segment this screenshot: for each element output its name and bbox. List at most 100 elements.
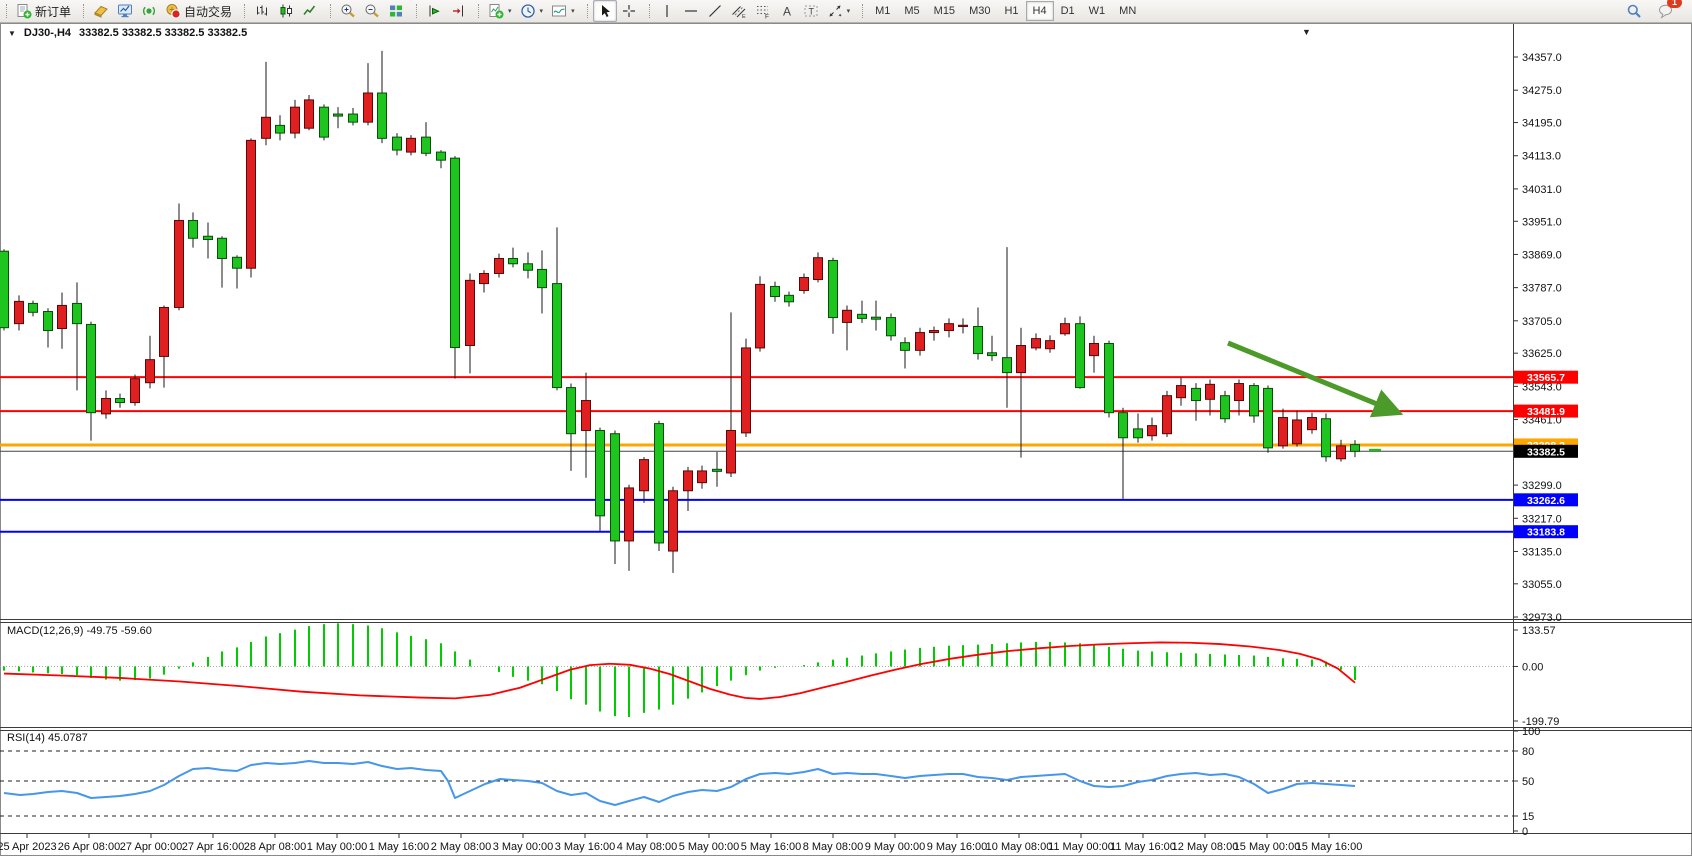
rsi-tick-label: 80: [1522, 746, 1534, 758]
tile-windows-button[interactable]: [384, 0, 408, 22]
candle-body: [727, 430, 736, 472]
candle-body: [945, 324, 954, 331]
arrows-button-caret-icon[interactable]: ▾: [847, 7, 851, 15]
candle-body: [73, 303, 82, 323]
price-tick-label: 34275.0: [1522, 85, 1562, 97]
new-order-button[interactable]: 新订单: [12, 0, 75, 22]
vertical-line-button[interactable]: [655, 0, 679, 22]
autotrading-button[interactable]: 自动交易: [161, 0, 236, 22]
time-label: 9 May 00:00: [865, 841, 926, 853]
crosshair-button[interactable]: [617, 0, 641, 22]
zoom-out-button[interactable]: [360, 0, 384, 22]
timeframe-d1-button[interactable]: D1: [1054, 1, 1082, 21]
candlestick-chart-button[interactable]: [274, 0, 298, 22]
equidistant-channel-button[interactable]: E: [727, 0, 751, 22]
candle-body: [1264, 388, 1273, 447]
chart-shift-button[interactable]: [446, 0, 470, 22]
text-button[interactable]: A: [775, 0, 799, 22]
candle-body: [1322, 419, 1331, 457]
timeframe-m5-button[interactable]: M5: [897, 1, 926, 21]
candle-body: [596, 430, 605, 515]
candle-body: [131, 379, 140, 403]
candle-body: [291, 107, 300, 133]
periods-button[interactable]: ▾: [516, 0, 548, 22]
candle-body: [1076, 324, 1085, 388]
fibonacci-button[interactable]: F: [751, 0, 775, 22]
timeframe-m15-button[interactable]: M15: [927, 1, 962, 21]
time-label: 1 May 00:00: [307, 841, 368, 853]
arrows-button[interactable]: ✦▾: [823, 0, 855, 22]
time-label: 9 May 16:00: [927, 841, 988, 853]
price-tick-label: 33299.0: [1522, 480, 1562, 492]
bar-chart-button[interactable]: [250, 0, 274, 22]
candle-body: [640, 460, 649, 491]
candle-body: [393, 137, 402, 150]
linechart-icon: [302, 3, 318, 19]
notifications-button[interactable]: 1: [1654, 0, 1678, 22]
candle-body: [320, 107, 329, 137]
indicators-button-caret-icon[interactable]: ▾: [508, 7, 512, 15]
templates-button-caret-icon[interactable]: ▾: [571, 7, 575, 15]
svg-text:A: A: [783, 5, 791, 19]
price-tick-label: 33217.0: [1522, 513, 1562, 525]
time-label: 12 May 08:00: [1172, 841, 1239, 853]
candle-body: [567, 388, 576, 434]
line-chart-button[interactable]: [298, 0, 322, 22]
zoom-in-button[interactable]: [336, 0, 360, 22]
fibo-icon: F: [755, 3, 771, 19]
price-level-badge-label: 33382.5: [1527, 446, 1565, 458]
rsi-tick-label: 50: [1522, 776, 1534, 788]
candle-body: [974, 326, 983, 353]
indicators-icon: [488, 3, 504, 19]
candle-body: [858, 314, 867, 318]
template-icon: [551, 3, 567, 19]
time-label: 15 May 16:00: [1296, 841, 1363, 853]
timeframe-m30-button[interactable]: M30: [962, 1, 997, 21]
text-label-button[interactable]: T: [799, 0, 823, 22]
cursor-button[interactable]: [593, 0, 617, 22]
time-label: 5 May 00:00: [679, 841, 740, 853]
candle-body: [901, 343, 910, 351]
strategy-tester-button[interactable]: [137, 0, 161, 22]
trend-icon: [707, 3, 723, 19]
price-tick-label: 33055.0: [1522, 579, 1562, 591]
candle-body: [1351, 445, 1360, 452]
timeframe-m1-button[interactable]: M1: [868, 1, 897, 21]
symbol-dropdown-icon[interactable]: ▼: [8, 29, 16, 38]
timeframe-mn-button[interactable]: MN: [1112, 1, 1143, 21]
price-tick-label: 33787.0: [1522, 283, 1562, 295]
candle-body: [87, 324, 96, 412]
candle-body: [625, 488, 634, 541]
market-watch-button[interactable]: [89, 0, 113, 22]
candle-body: [218, 238, 227, 258]
timeframe-h1-button[interactable]: H1: [997, 1, 1025, 21]
auto-scroll-button[interactable]: [422, 0, 446, 22]
chart-scroll-marker-icon[interactable]: ▼: [1302, 27, 1311, 37]
indicators-button[interactable]: ▾: [484, 0, 516, 22]
time-label: 8 May 08:00: [803, 841, 864, 853]
horizontal-line-button[interactable]: [679, 0, 703, 22]
templates-button[interactable]: ▾: [547, 0, 579, 22]
periods-button-caret-icon[interactable]: ▾: [540, 7, 544, 15]
bars-icon: [254, 3, 270, 19]
candle-body: [262, 117, 271, 138]
timeframe-h4-button[interactable]: H4: [1026, 1, 1054, 21]
candle-body: [524, 264, 533, 270]
search-button[interactable]: [1622, 0, 1646, 22]
data-window-button[interactable]: [113, 0, 137, 22]
time-label: 3 May 16:00: [555, 841, 616, 853]
crosshair-icon: [621, 3, 637, 19]
monitor-icon: [117, 3, 133, 19]
candle-body: [988, 353, 997, 356]
candle-body: [466, 280, 475, 345]
candle-body: [1134, 429, 1143, 438]
chart-canvas[interactable]: 34357.034275.034195.034113.034031.033951…: [0, 23, 1692, 856]
candle-body: [916, 333, 925, 351]
candle-body: [160, 307, 169, 356]
timeframe-w1-button[interactable]: W1: [1082, 1, 1113, 21]
chart-title: ▼ DJ30-,H4 33382.5 33382.5 33382.5 33382…: [8, 27, 247, 39]
time-label: 27 Apr 00:00: [120, 841, 182, 853]
time-label: 25 Apr 2023: [0, 841, 57, 853]
trendline-button[interactable]: [703, 0, 727, 22]
chart-window: ▼ DJ30-,H4 33382.5 33382.5 33382.5 33382…: [0, 23, 1692, 856]
